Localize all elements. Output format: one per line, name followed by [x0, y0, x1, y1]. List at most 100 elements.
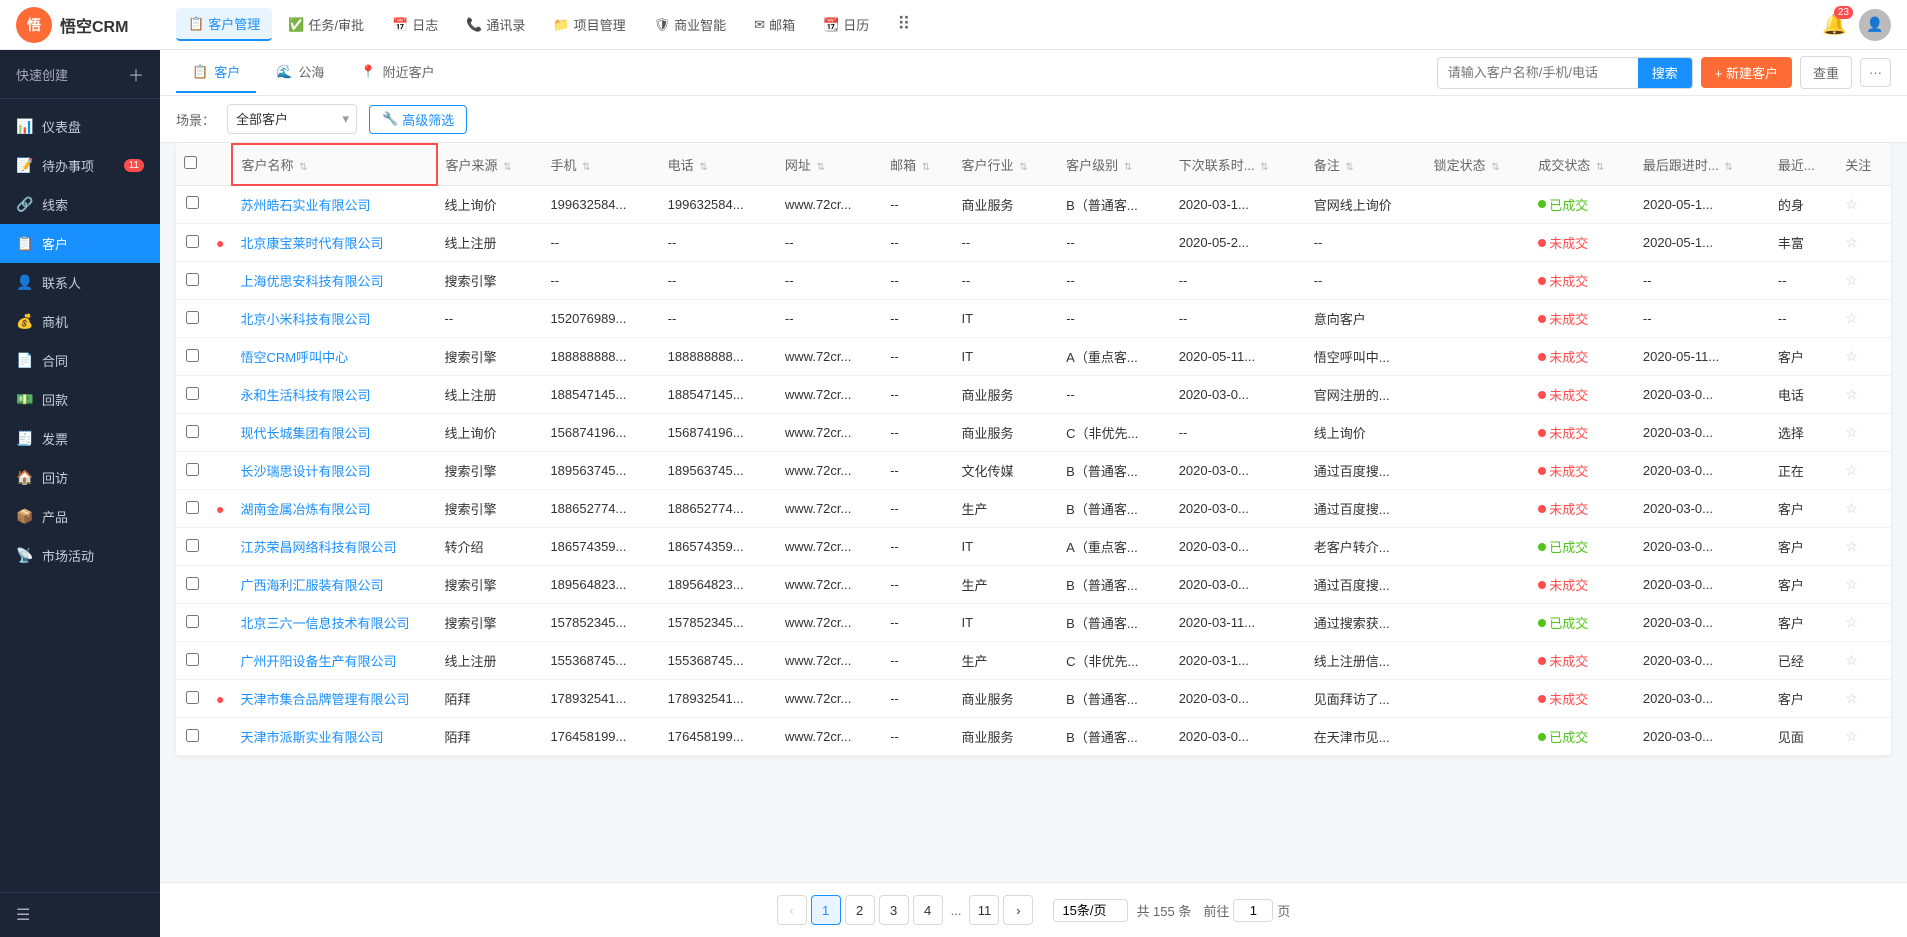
- customer-name-link[interactable]: 北京三六一信息技术有限公司: [240, 616, 409, 631]
- tab-customers[interactable]: 📋 客户: [176, 52, 256, 93]
- sidebar-item-leads[interactable]: 🔗 线索: [0, 185, 160, 224]
- row-checkbox[interactable]: [186, 615, 199, 628]
- star-toggle[interactable]: ☆: [1845, 462, 1858, 478]
- customer-name-link[interactable]: 长沙瑞思设计有限公司: [240, 464, 370, 479]
- sidebar-item-products[interactable]: 📦 产品: [0, 497, 160, 536]
- header-email[interactable]: 邮箱 ⇅: [882, 144, 953, 185]
- pagination-page-3[interactable]: 3: [879, 895, 909, 925]
- customer-name-link[interactable]: 苏州皓石实业有限公司: [240, 198, 370, 213]
- row-checkbox[interactable]: [186, 577, 199, 590]
- star-toggle[interactable]: ☆: [1845, 538, 1858, 554]
- page-size-select[interactable]: 15条/页 30条/页 50条/页: [1053, 899, 1128, 922]
- nav-item-project[interactable]: 📁 项目管理: [541, 9, 637, 40]
- header-next-contact[interactable]: 下次联系时... ⇅: [1171, 144, 1306, 185]
- quick-create-plus-icon[interactable]: ＋: [128, 62, 144, 86]
- header-level[interactable]: 客户级别 ⇅: [1058, 144, 1171, 185]
- sidebar-item-revisit[interactable]: 🏠 回访: [0, 458, 160, 497]
- customer-search-input[interactable]: [1438, 61, 1638, 84]
- row-checkbox[interactable]: [186, 539, 199, 552]
- header-customer-name[interactable]: 客户名称 ⇅: [232, 144, 436, 185]
- header-website[interactable]: 网址 ⇅: [777, 144, 882, 185]
- row-checkbox[interactable]: [186, 273, 199, 286]
- star-toggle[interactable]: ☆: [1845, 614, 1858, 630]
- customer-name-link[interactable]: 广州开阳设备生产有限公司: [240, 654, 396, 669]
- star-toggle[interactable]: ☆: [1845, 348, 1858, 364]
- customer-name-link[interactable]: 上海优思安科技有限公司: [240, 274, 383, 289]
- star-toggle[interactable]: ☆: [1845, 424, 1858, 440]
- star-toggle[interactable]: ☆: [1845, 272, 1858, 288]
- sidebar-item-marketing[interactable]: 📡 市场活动: [0, 536, 160, 575]
- row-checkbox[interactable]: [186, 463, 199, 476]
- star-toggle[interactable]: ☆: [1845, 196, 1858, 212]
- customer-name-link[interactable]: 江苏荣昌网络科技有限公司: [240, 540, 396, 555]
- nav-item-task-approval[interactable]: ✅ 任务/审批: [276, 9, 376, 40]
- pagination-next[interactable]: ›: [1003, 895, 1033, 925]
- customer-name-link[interactable]: 湖南金属冶炼有限公司: [240, 502, 370, 517]
- sidebar-item-contracts[interactable]: 📄 合同: [0, 341, 160, 380]
- scene-select[interactable]: 全部客户: [227, 104, 357, 134]
- row-checkbox[interactable]: [186, 691, 199, 704]
- pagination-page-1[interactable]: 1: [811, 895, 841, 925]
- sidebar-item-todo[interactable]: 📝 待办事项 11: [0, 146, 160, 185]
- header-note[interactable]: 备注 ⇅: [1306, 144, 1426, 185]
- nav-item-bi[interactable]: 🛡 商业智能: [642, 9, 739, 40]
- star-toggle[interactable]: ☆: [1845, 386, 1858, 402]
- row-checkbox[interactable]: [186, 311, 199, 324]
- goto-page-input[interactable]: [1233, 899, 1273, 922]
- user-avatar[interactable]: 👤: [1859, 9, 1891, 41]
- customer-name-link[interactable]: 广西海利汇服装有限公司: [240, 578, 383, 593]
- customer-search-button[interactable]: 搜索: [1638, 57, 1692, 89]
- customer-name-link[interactable]: 天津市集合品牌管理有限公司: [240, 692, 409, 707]
- row-checkbox[interactable]: [186, 653, 199, 666]
- customer-name-link[interactable]: 现代长城集团有限公司: [240, 426, 370, 441]
- customer-name-link[interactable]: 永和生活科技有限公司: [240, 388, 370, 403]
- star-toggle[interactable]: ☆: [1845, 310, 1858, 326]
- row-checkbox[interactable]: [186, 425, 199, 438]
- sidebar-item-dashboard[interactable]: 📊 仪表盘: [0, 107, 160, 146]
- header-last-follow[interactable]: 最后跟进时... ⇅: [1635, 144, 1770, 185]
- header-phone[interactable]: 电话 ⇅: [660, 144, 777, 185]
- customer-name-link[interactable]: 北京康宝莱时代有限公司: [240, 236, 383, 251]
- pagination-page-4[interactable]: 4: [913, 895, 943, 925]
- row-checkbox[interactable]: [186, 387, 199, 400]
- nav-item-contacts[interactable]: 📞 通讯录: [454, 9, 537, 40]
- tab-public-sea[interactable]: 🌊 公海: [260, 52, 340, 93]
- notification-button[interactable]: 🔔 23: [1822, 12, 1847, 37]
- customer-name-link[interactable]: 北京小米科技有限公司: [240, 312, 370, 327]
- row-checkbox[interactable]: [186, 729, 199, 742]
- pagination-prev[interactable]: ‹: [777, 895, 807, 925]
- pagination-page-2[interactable]: 2: [845, 895, 875, 925]
- pagination-page-11[interactable]: 11: [969, 895, 999, 925]
- star-toggle[interactable]: ☆: [1845, 652, 1858, 668]
- sidebar-item-invoices[interactable]: 🧾 发票: [0, 419, 160, 458]
- star-toggle[interactable]: ☆: [1845, 500, 1858, 516]
- nav-item-log[interactable]: 📅 日志: [380, 9, 450, 40]
- header-source[interactable]: 客户来源 ⇅: [437, 144, 543, 185]
- nav-item-mail[interactable]: ✉ 邮箱: [742, 9, 807, 40]
- customer-name-link[interactable]: 天津市派斯实业有限公司: [240, 730, 383, 745]
- more-options-button[interactable]: ···: [1860, 58, 1891, 87]
- star-toggle[interactable]: ☆: [1845, 234, 1858, 250]
- sidebar-item-customers[interactable]: 📋 客户: [0, 224, 160, 263]
- row-checkbox[interactable]: [186, 349, 199, 362]
- star-toggle[interactable]: ☆: [1845, 576, 1858, 592]
- header-mobile[interactable]: 手机 ⇅: [542, 144, 659, 185]
- new-customer-button[interactable]: + 新建客户: [1701, 57, 1792, 88]
- row-checkbox[interactable]: [186, 196, 199, 209]
- header-industry[interactable]: 客户行业 ⇅: [954, 144, 1059, 185]
- star-toggle[interactable]: ☆: [1845, 728, 1858, 744]
- sidebar-item-payments[interactable]: 💵 回款: [0, 380, 160, 419]
- reset-button[interactable]: 查重: [1800, 56, 1852, 89]
- nav-item-grid[interactable]: ⠿: [885, 8, 922, 41]
- row-checkbox[interactable]: [186, 235, 199, 248]
- customer-name-link[interactable]: 悟空CRM呼叫中心: [240, 350, 348, 365]
- advanced-filter-button[interactable]: 🔧 高级筛选: [369, 105, 467, 134]
- row-checkbox[interactable]: [186, 501, 199, 514]
- sidebar-item-contacts[interactable]: 👤 联系人: [0, 263, 160, 302]
- collapse-sidebar-button[interactable]: ☰: [16, 907, 30, 924]
- header-lock[interactable]: 锁定状态 ⇅: [1426, 144, 1531, 185]
- tab-nearby-customers[interactable]: 📍 附近客户: [344, 52, 450, 93]
- nav-item-customer-management[interactable]: 📋 客户管理: [176, 8, 272, 41]
- star-toggle[interactable]: ☆: [1845, 690, 1858, 706]
- header-deal[interactable]: 成交状态 ⇅: [1530, 144, 1635, 185]
